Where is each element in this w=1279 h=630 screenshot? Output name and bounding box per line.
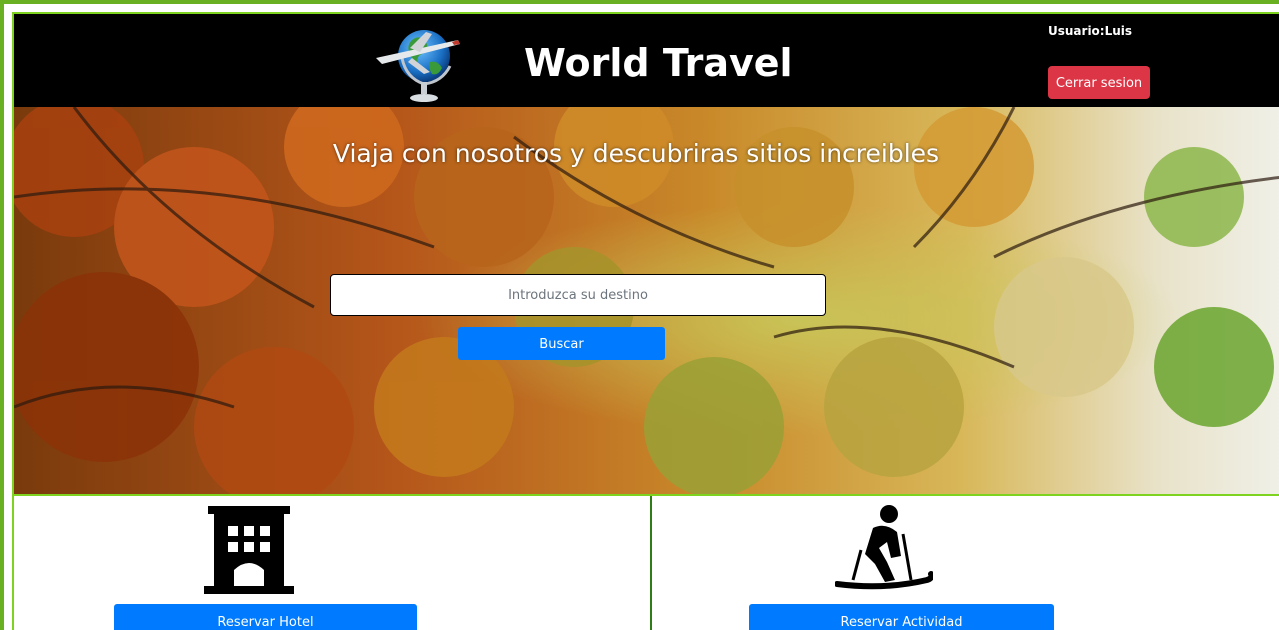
site-title: World Travel xyxy=(524,41,793,85)
page-container: World Travel Usuario:Luis Cerrar sesion xyxy=(12,12,1279,630)
destination-search-input[interactable] xyxy=(330,274,826,316)
logout-button[interactable]: Cerrar sesion xyxy=(1048,66,1150,99)
section-divider xyxy=(650,496,652,630)
globe-airplane-icon xyxy=(376,30,460,102)
services-section: Reservar Hotel Reservar Actividad xyxy=(14,494,1279,630)
book-activity-button[interactable]: Reservar Actividad xyxy=(749,604,1054,630)
hero-heading-text: Viaja con nosotros y descubriras sitios … xyxy=(332,139,940,168)
skiing-icon xyxy=(835,505,933,590)
hotel-icon xyxy=(204,506,294,594)
search-button[interactable]: Buscar xyxy=(458,327,665,360)
site-header: World Travel Usuario:Luis Cerrar sesion xyxy=(14,14,1279,107)
page-frame: World Travel Usuario:Luis Cerrar sesion xyxy=(0,0,1279,630)
hero-heading: Viaja con nosotros y descubriras sitios … xyxy=(14,139,1279,168)
user-label: Usuario:Luis xyxy=(1048,24,1133,38)
hero-section: Viaja con nosotros y descubriras sitios … xyxy=(14,107,1279,494)
book-hotel-button[interactable]: Reservar Hotel xyxy=(114,604,417,630)
